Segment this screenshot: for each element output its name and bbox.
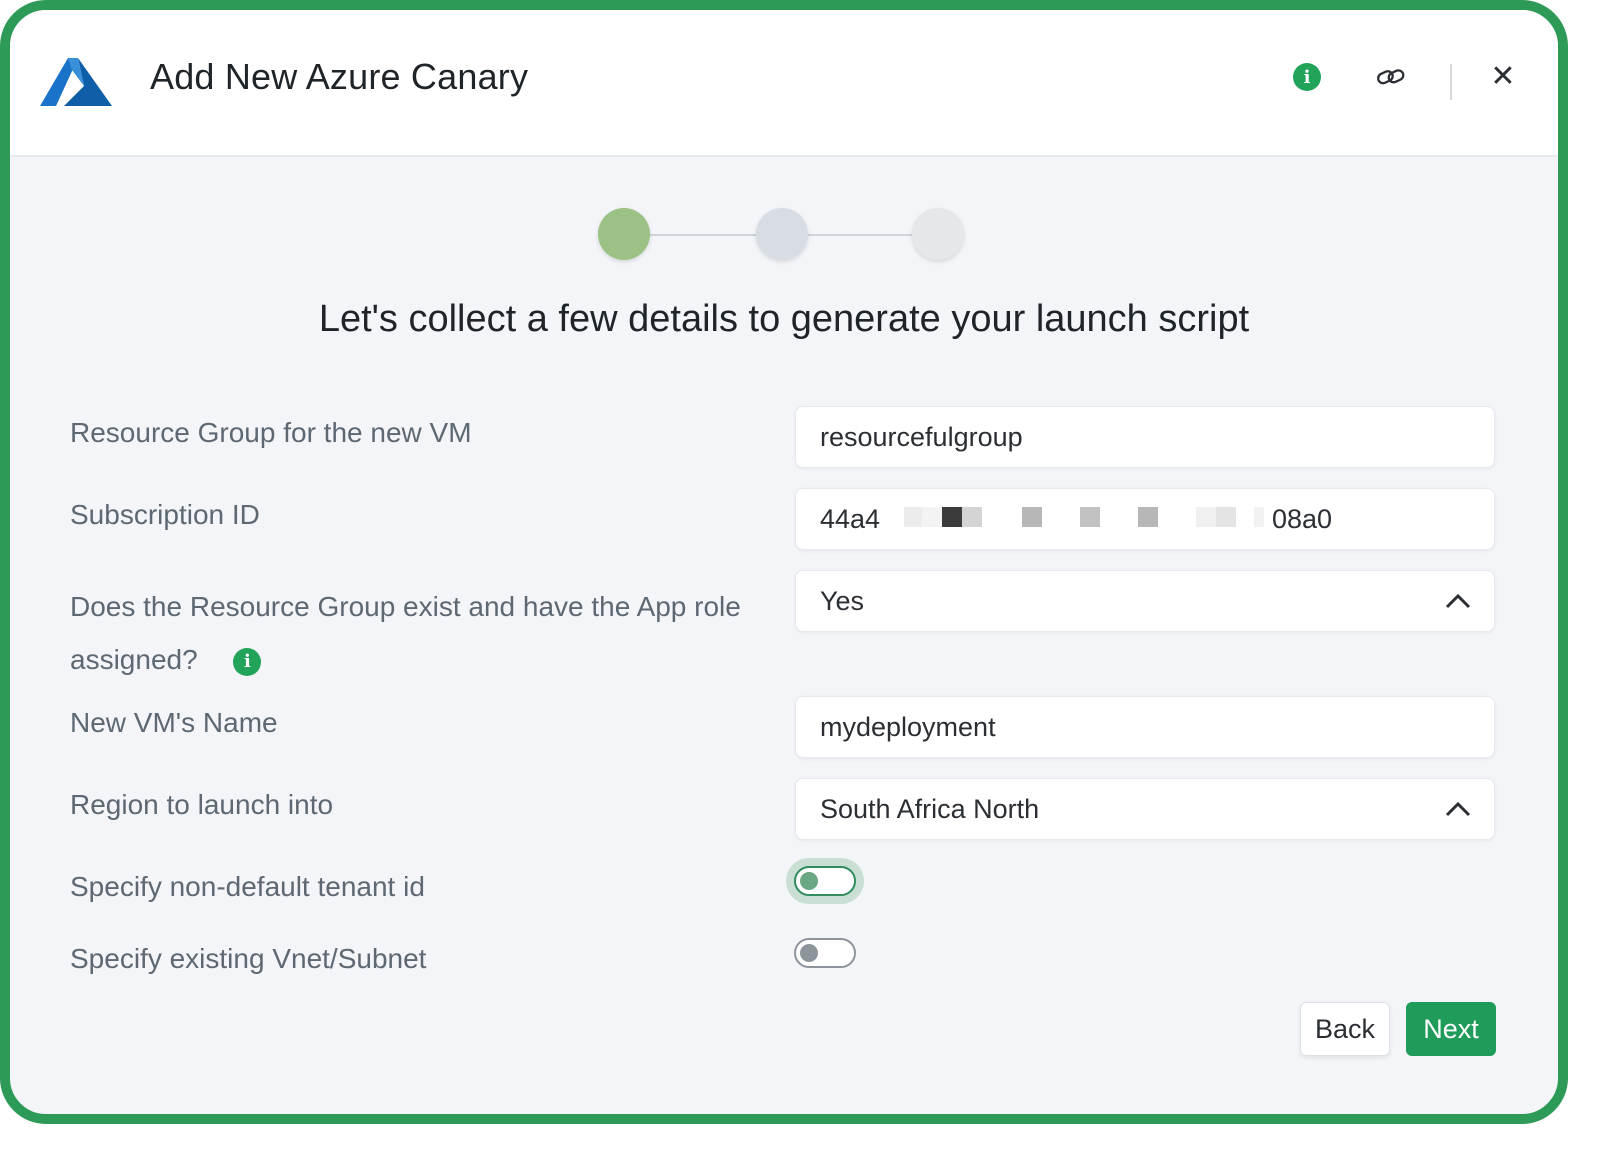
region-label: Region to launch into xyxy=(70,789,334,820)
group-exists-info-icon[interactable]: i xyxy=(233,647,262,676)
progress-stepper xyxy=(598,208,978,264)
dialog-header: Add New Azure Canary i ✕ xyxy=(10,10,1558,157)
page-heading: Let's collect a few details to generate … xyxy=(318,298,1250,340)
close-icon[interactable]: ✕ xyxy=(1488,62,1518,92)
next-button[interactable]: Next xyxy=(1406,1002,1496,1056)
dialog-title: Add New Azure Canary xyxy=(150,56,529,97)
step-connector xyxy=(650,234,756,236)
link-icon[interactable] xyxy=(1376,62,1406,92)
tenant-toggle-label: Specify non-default tenant id xyxy=(70,871,425,902)
vnet-toggle-label: Specify existing Vnet/Subnet xyxy=(70,943,427,974)
subscription-id-input[interactable]: 44a4 08a0 xyxy=(795,488,1495,550)
region-select[interactable]: South Africa North xyxy=(795,778,1495,840)
redacted-value xyxy=(904,507,1264,527)
vm-name-input[interactable]: mydeployment xyxy=(795,696,1495,758)
subscription-id-suffix: 08a0 xyxy=(1272,504,1333,534)
step-2-indicator xyxy=(756,208,808,260)
group-exists-label: Does the Resource Group exist and have t… xyxy=(70,591,741,676)
group-exists-select[interactable]: Yes xyxy=(795,570,1495,632)
toggle-knob xyxy=(800,944,818,962)
tenant-toggle[interactable] xyxy=(794,866,856,896)
step-1-indicator xyxy=(598,208,650,260)
step-connector xyxy=(808,234,912,236)
subscription-id-label: Subscription ID xyxy=(70,499,260,530)
vnet-toggle[interactable] xyxy=(794,938,856,968)
header-divider xyxy=(1450,64,1452,100)
subscription-id-prefix: 44a4 xyxy=(820,504,881,534)
vm-name-label: New VM's Name xyxy=(70,707,278,738)
step-3-indicator xyxy=(912,208,964,260)
info-icon[interactable]: i xyxy=(1292,62,1322,92)
resource-group-input[interactable]: resourcefulgroup xyxy=(795,406,1495,468)
dialog-window: Add New Azure Canary i ✕ Let's collect a… xyxy=(0,0,1568,1124)
resource-group-label: Resource Group for the new VM xyxy=(70,417,472,448)
chevron-up-icon xyxy=(1445,801,1471,817)
back-button[interactable]: Back xyxy=(1300,1002,1390,1056)
chevron-up-icon xyxy=(1445,593,1471,609)
azure-logo-icon xyxy=(40,58,112,106)
toggle-knob xyxy=(800,872,818,890)
